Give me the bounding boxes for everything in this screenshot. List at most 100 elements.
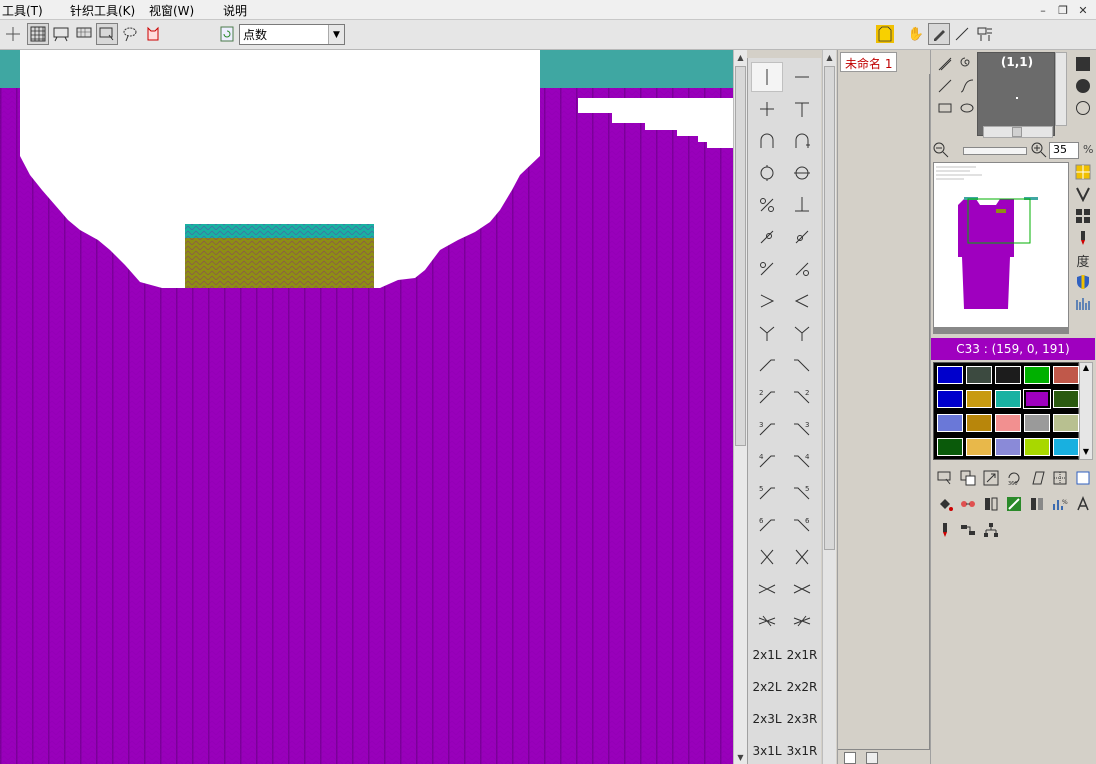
stitch-cable-1-left-icon[interactable] [786,350,818,380]
stitch-loop-alt-icon[interactable] [786,158,818,188]
rectangle-icon[interactable] [935,98,955,118]
stitch-double-cross-icon[interactable] [751,574,783,604]
stitch-cable-5-right-icon[interactable]: 5 [751,478,783,508]
color-swatch[interactable] [1053,438,1079,456]
preview-hscroll-thumb[interactable] [1012,127,1022,137]
stitch-2x1r[interactable]: 2x1R [786,640,818,670]
zoom-in-icon[interactable] [1031,142,1047,161]
percent-chart-icon[interactable]: % [1050,494,1070,514]
restore-button[interactable]: ❐ [1054,2,1072,18]
stitch-double-cross-alt-icon[interactable] [786,574,818,604]
circle-pen-icon[interactable] [1073,98,1093,118]
zoom-input[interactable]: 35 [1049,142,1079,159]
grid-select-icon[interactable] [1073,206,1093,226]
mode-select[interactable]: 点数 ▼ [239,24,345,45]
color-swatch[interactable] [995,438,1021,456]
close-button[interactable]: ✕ [1074,2,1092,18]
rotate-360-icon[interactable]: 360 [1004,468,1024,488]
stitch-2x2r[interactable]: 2x2R [786,672,818,702]
align-icon[interactable] [958,520,978,540]
stitch-tuck-icon[interactable] [751,126,783,156]
scroll-down-icon[interactable]: ▼ [1080,447,1092,459]
stitch-3x1l[interactable]: 3x1L [751,736,783,764]
brush-icon[interactable] [1073,228,1093,248]
color-swatch[interactable] [1023,389,1051,409]
fill-bucket-icon[interactable] [935,494,955,514]
stitch-2x3r[interactable]: 2x3R [786,704,818,734]
canvas-scrollbar[interactable]: ▲ ▼ [733,50,747,764]
scroll-down-icon[interactable]: ▼ [734,750,747,764]
color-swatch[interactable] [966,438,992,456]
color-swatch[interactable] [995,366,1021,384]
stitch-cable-4-right-icon[interactable]: 4 [751,446,783,476]
color-swatch[interactable] [1024,414,1050,432]
line-icon[interactable] [935,76,955,96]
stitch-cable-3-left-icon[interactable]: 3 [786,414,818,444]
stitch-scrollbar[interactable]: ▲ [822,50,836,764]
stitch-2x3l[interactable]: 2x3L [751,704,783,734]
refresh-icon[interactable] [216,23,238,45]
scroll-up-icon[interactable]: ▲ [734,50,747,64]
stitch-tuck-alt-icon[interactable] [786,126,818,156]
stitch-triple-cross-alt-icon[interactable] [786,606,818,636]
stitch-cable-2-right-icon[interactable]: 2 [751,382,783,412]
copy-icon[interactable] [958,468,978,488]
stitch-split-icon[interactable] [751,254,783,284]
scroll-up-icon[interactable]: ▲ [823,50,836,64]
stitch-triple-cross-icon[interactable] [751,606,783,636]
text-tool-icon[interactable] [1073,494,1093,514]
ellipse-icon[interactable] [957,98,977,118]
stitch-cable-3-right-icon[interactable]: 3 [751,414,783,444]
grid-icon[interactable] [27,23,49,45]
chevron-down-icon[interactable]: ▼ [328,25,344,44]
color-swatch[interactable] [937,390,963,408]
stitch-purl-icon[interactable] [786,62,818,92]
color-swatch[interactable] [937,414,963,432]
palette-scrollbar[interactable]: ▲ ▼ [1079,362,1093,460]
navigator-thumbnail[interactable] [933,162,1069,334]
color-swap-icon[interactable] [1004,494,1024,514]
stitch-2x2l[interactable]: 2x2L [751,672,783,702]
color-swatch[interactable] [937,438,963,456]
scroll-up-icon[interactable]: ▲ [1080,363,1092,375]
stitch-3x1r[interactable]: 3x1R [786,736,818,764]
resize-icon[interactable] [981,468,1001,488]
zoom-slider[interactable] [963,147,1027,155]
stitch-cross-x-alt-icon[interactable] [786,542,818,572]
stitch-transfer-left-icon[interactable] [751,222,783,252]
copy-document-icon[interactable] [866,752,878,764]
replace-color-icon[interactable] [958,494,978,514]
garment-yellow-icon[interactable] [873,23,897,45]
stitch-scroll-thumb[interactable] [824,66,835,550]
stitch-split-alt-icon[interactable] [786,254,818,284]
stitch-cable-6-right-icon[interactable]: 6 [751,510,783,540]
measure-label[interactable]: 度 [1073,250,1093,270]
split-icon[interactable] [1027,494,1047,514]
freehand-icon[interactable] [935,54,955,74]
lasso-icon[interactable] [119,23,141,45]
minimize-button[interactable]: – [1034,2,1052,18]
menu-window[interactable]: 视窗(W) [149,2,194,19]
knit-canvas[interactable] [0,50,733,764]
hierarchy-icon[interactable] [981,520,1001,540]
stitch-cable-1-right-icon[interactable] [751,350,783,380]
preview-vscroll[interactable] [1055,52,1067,126]
square-pen-icon[interactable] [1073,54,1093,74]
stitch-transfer-icon[interactable] [751,190,783,220]
shield-icon[interactable] [1073,272,1093,292]
color-swatch[interactable] [1024,438,1050,456]
stitch-yarn-right-icon[interactable] [751,318,783,348]
stitch-decrease-right-icon[interactable] [751,286,783,316]
crosshair-icon[interactable] [2,23,24,45]
stitch-transfer-right-icon[interactable] [786,222,818,252]
stitch-2x1l[interactable]: 2x1L [751,640,783,670]
canvas-scroll-thumb[interactable] [735,66,746,446]
zoom-out-icon[interactable] [933,142,949,161]
stitch-cable-2-left-icon[interactable]: 2 [786,382,818,412]
stitch-cross-x-icon[interactable] [751,542,783,572]
hand-pan-icon[interactable]: ✋ [905,23,927,45]
bars-icon[interactable] [1073,294,1093,314]
document-tab[interactable]: 未命名 1 [840,52,898,72]
round-pen-icon[interactable] [1073,76,1093,96]
pattern-view-icon[interactable] [73,23,95,45]
